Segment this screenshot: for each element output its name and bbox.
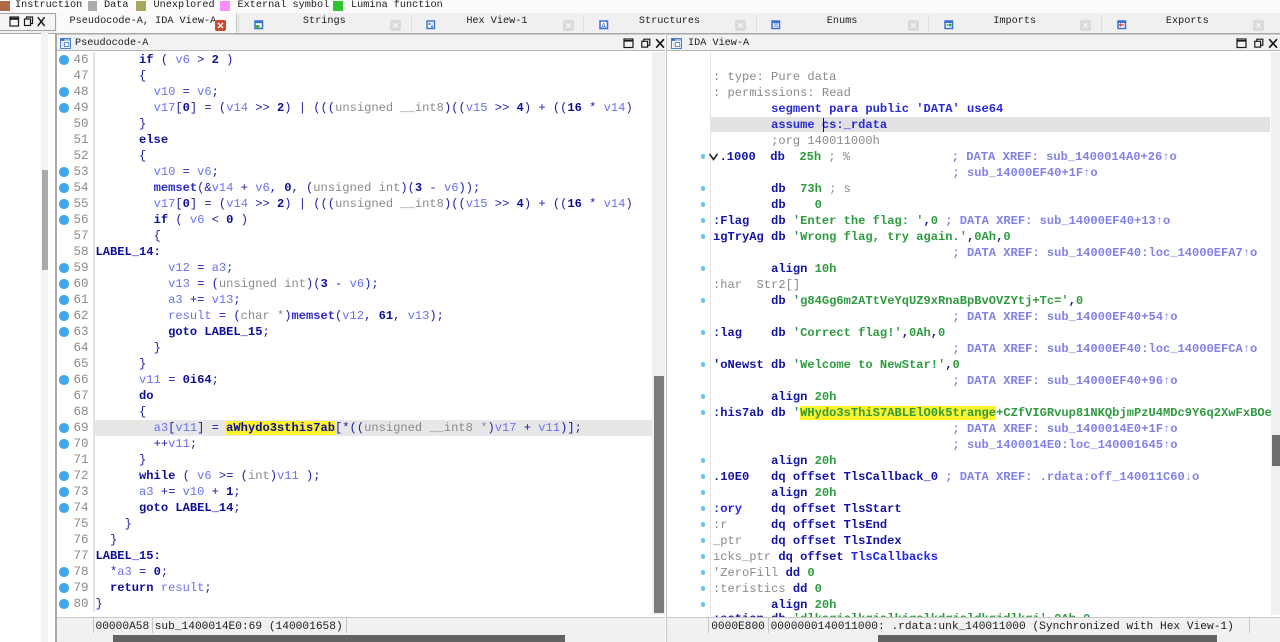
svg-text:A: A — [601, 23, 606, 30]
